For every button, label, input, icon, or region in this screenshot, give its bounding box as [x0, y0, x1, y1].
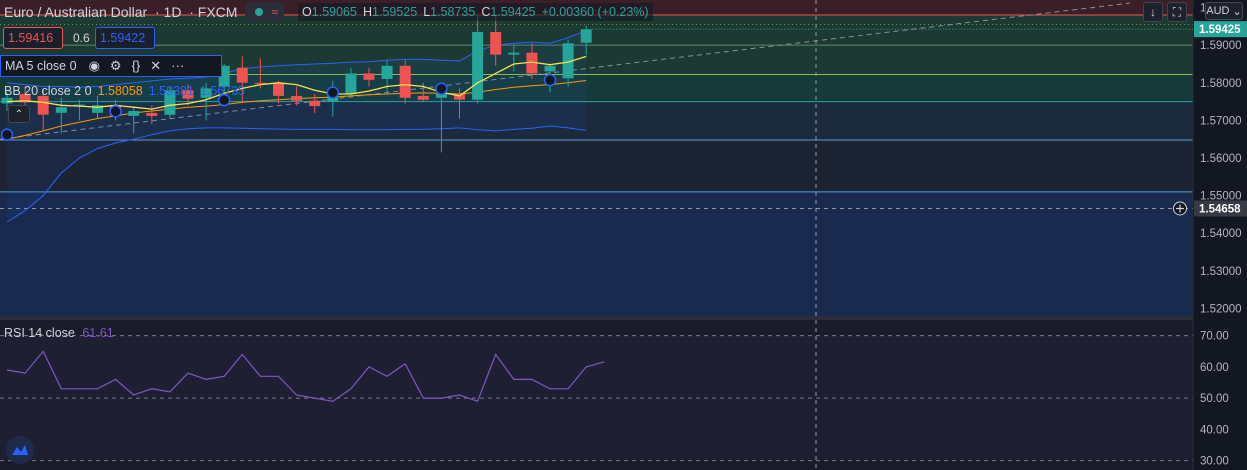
rsi-band-fill — [0, 335, 1193, 461]
rsi-tick-label: 40.00 — [1200, 424, 1229, 436]
close-icon[interactable]: ✕ — [150, 58, 161, 74]
current-price-text: 1.59425 — [1199, 24, 1241, 36]
bb-label: BB 20 close 2 0 — [4, 84, 92, 98]
maximize-icon: ⛶ — [1172, 4, 1182, 19]
buy-button[interactable]: 1.59422 — [95, 27, 155, 49]
rsi-value: 61.61 — [82, 326, 114, 340]
candle-body[interactable] — [472, 32, 484, 100]
more-icon[interactable]: ··· — [171, 58, 184, 74]
interval-label: 1D — [163, 4, 182, 20]
collapse-legend-button[interactable]: ⌃ — [8, 105, 30, 123]
candle-body[interactable] — [345, 73, 357, 95]
spread-text: 0.6 — [73, 31, 90, 45]
open-value: 1.59065 — [311, 5, 357, 19]
zone-mid — [0, 139, 1193, 192]
price-tick-label: 1.53000 — [1200, 266, 1242, 278]
change-value: +0.00360 (+0.23%) — [541, 5, 649, 19]
high-label: H — [362, 5, 372, 19]
open-label: O — [302, 5, 312, 19]
event-marker[interactable] — [435, 82, 448, 96]
candle-body[interactable] — [273, 83, 284, 96]
event-marker[interactable] — [109, 105, 122, 118]
tradingview-logo[interactable] — [6, 436, 34, 464]
arrow-down-icon: ↓ — [1150, 5, 1156, 19]
candle-body[interactable] — [490, 32, 502, 55]
rsi-tick-label: 70.00 — [1200, 331, 1229, 343]
market-status-pill[interactable]: ≈ — [245, 2, 285, 22]
spread-value: 0.6 — [69, 27, 94, 49]
market-open-icon — [255, 8, 264, 16]
candle-body[interactable] — [417, 95, 429, 100]
rsi-tick-label: 50.00 — [1200, 393, 1229, 405]
source-code-icon[interactable]: {} — [132, 58, 141, 74]
price-tick-label: 1.56000 — [1200, 153, 1242, 165]
bb-lower-value: 1.56735 — [199, 84, 246, 98]
candle-body[interactable] — [399, 65, 411, 98]
price-tick-label: 1.57000 — [1200, 115, 1242, 127]
candle-body[interactable] — [128, 111, 140, 116]
candle-body[interactable] — [291, 95, 303, 101]
candle-body[interactable] — [544, 65, 556, 72]
chart-corner-buttons: ↓ ⛶ — [1143, 2, 1187, 22]
pane-divider[interactable] — [0, 316, 1247, 320]
candle-body[interactable] — [55, 107, 67, 113]
price-tick-label: 1.54000 — [1200, 228, 1242, 240]
close-value: 1.59425 — [490, 5, 536, 19]
ma-indicator-legend[interactable]: MA 5 close 0 ◉ ⚙ {} ✕ ··· — [0, 55, 222, 77]
sell-button[interactable]: 1.59416 — [3, 27, 63, 49]
event-marker[interactable] — [326, 86, 340, 99]
low-value: 1.58735 — [430, 5, 476, 19]
bb-indicator-legend[interactable]: BB 20 close 2 0 1.58058 1.59381 1.56735 — [0, 80, 245, 102]
rsi-tick-label: 60.00 — [1200, 362, 1229, 374]
gear-icon[interactable]: ⚙ — [110, 58, 122, 74]
candle-body[interactable] — [146, 112, 158, 116]
buy-price: 1.59422 — [100, 31, 146, 45]
scroll-to-latest-button[interactable]: ↓ — [1143, 2, 1163, 22]
price-tick-label: 1.52000 — [1200, 303, 1242, 315]
candle-body[interactable] — [508, 52, 520, 55]
bb-basis-value: 1.58058 — [97, 84, 143, 98]
sell-price: 1.59416 — [8, 31, 54, 45]
symbol-title[interactable]: Euro / Australian Dollar · 1D · FXCM — [0, 4, 237, 20]
candle-body[interactable] — [580, 29, 592, 43]
close-label: C — [481, 5, 491, 19]
chevron-down-icon: ⌄ — [1229, 5, 1242, 18]
bb-upper-value: 1.59381 — [148, 84, 194, 98]
zone-target — [0, 191, 1193, 316]
candle-body[interactable] — [381, 65, 393, 79]
high-value: 1.59525 — [372, 5, 418, 19]
ma-label: MA 5 close 0 — [5, 59, 77, 73]
ohlc-legend: O1.59065 H1.59525 L1.58735 C1.59425 +0.0… — [298, 3, 653, 21]
symbol-name: Euro / Australian Dollar — [4, 4, 148, 20]
eye-icon[interactable]: ◉ — [89, 58, 100, 74]
rsi-indicator-legend[interactable]: RSI 14 close 61.61 — [4, 326, 114, 340]
candle-body[interactable] — [309, 100, 321, 107]
exchange-label: FXCM — [197, 4, 238, 20]
rsi-tick-label: 30.00 — [1200, 456, 1229, 468]
price-tick-label: 1.58000 — [1200, 78, 1242, 90]
logo-icon — [12, 445, 28, 455]
rsi-label: RSI 14 close — [4, 326, 75, 340]
price-tick-label: 1.59000 — [1200, 40, 1242, 52]
currency-label: AUD — [1206, 5, 1230, 17]
candle-body[interactable] — [363, 73, 375, 80]
symbol-header: Euro / Australian Dollar · 1D · FXCM ≈ O… — [0, 0, 653, 24]
chevron-up-icon: ⌃ — [14, 108, 24, 120]
currency-select[interactable]: AUD ⌄ — [1205, 2, 1243, 20]
event-marker[interactable] — [543, 73, 557, 87]
wave-icon: ≈ — [271, 5, 279, 19]
reset-chart-button[interactable]: ⛶ — [1167, 2, 1187, 22]
event-marker[interactable] — [0, 128, 14, 141]
crosshair-price-text: 1.54658 — [1199, 203, 1241, 215]
